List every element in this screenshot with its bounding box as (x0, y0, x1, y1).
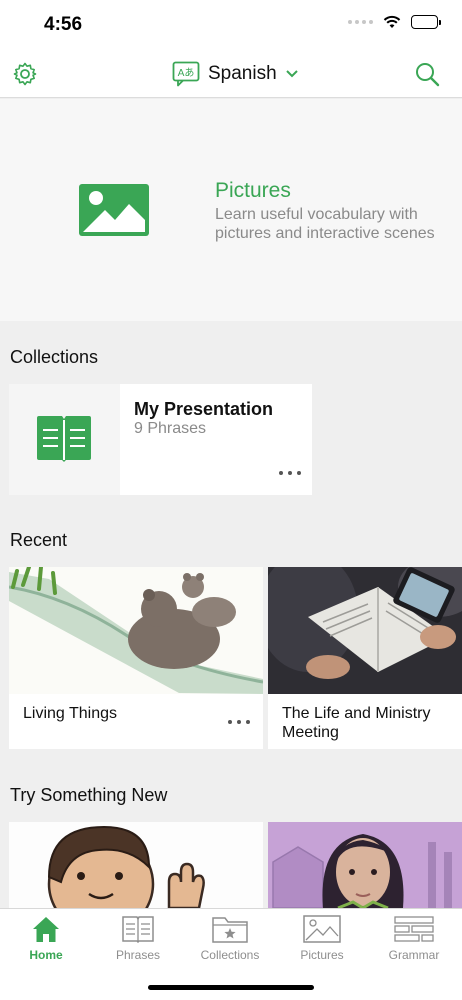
book-icon (122, 916, 154, 943)
home-indicator (148, 985, 314, 990)
app-header: Aあ Spanish (0, 52, 462, 98)
gear-icon[interactable] (12, 61, 38, 87)
folder-star-icon (212, 917, 248, 943)
signal-icon (348, 20, 373, 24)
collection-card[interactable]: My Presentation 9 Phrases (9, 384, 312, 495)
tab-collections[interactable]: Collections (184, 909, 276, 969)
tab-grammar[interactable]: Grammar (368, 909, 460, 969)
pictures-banner[interactable]: Pictures Learn useful vocabulary with pi… (0, 99, 462, 321)
tab-phrases[interactable]: Phrases (92, 909, 184, 969)
recent-card-living-things[interactable]: Living Things (9, 567, 263, 749)
home-icon (33, 917, 59, 942)
recent-card-title: Living Things (23, 705, 117, 722)
try-new-card-greetings[interactable] (9, 822, 263, 908)
collection-name: My Presentation (134, 399, 274, 419)
language-icon-label: Aあ (178, 67, 195, 79)
language-icon: Aあ (172, 61, 200, 87)
tab-home[interactable]: Home (0, 909, 92, 969)
chevron-down-icon (285, 70, 298, 78)
tab-label: Collections (200, 948, 260, 962)
waving-boy-illustration (9, 822, 263, 908)
girl-illustration (268, 822, 462, 908)
try-new-heading: Try Something New (10, 785, 168, 805)
recent-heading: Recent (10, 530, 68, 550)
language-picker[interactable]: Aあ Spanish (172, 60, 299, 88)
collection-count: 9 Phrases (134, 420, 207, 437)
tab-label: Grammar (388, 948, 440, 962)
banner-title: Pictures (215, 179, 291, 202)
status-time: 4:56 (44, 14, 83, 35)
tab-label: Home (29, 948, 63, 962)
book-icon (37, 416, 91, 462)
collections-heading: Collections (10, 347, 99, 367)
picture-icon (303, 915, 341, 943)
tab-label: Phrases (115, 948, 161, 962)
status-bar: 4:56 (0, 0, 462, 52)
grammar-icon (394, 916, 434, 942)
collection-thumbnail (9, 384, 120, 495)
battery-icon (411, 15, 441, 29)
wifi-icon (383, 15, 401, 28)
picture-icon (79, 184, 149, 236)
more-options-icon[interactable] (228, 717, 250, 727)
try-new-card-people[interactable] (268, 822, 462, 908)
banner-description: Learn useful vocabulary with pictures an… (215, 206, 435, 242)
recent-card-title: The Life and Ministry Meeting (282, 705, 431, 741)
recent-card-life-ministry[interactable]: The Life and Ministry Meeting (268, 567, 462, 749)
search-icon[interactable] (414, 61, 440, 87)
tab-label: Pictures (300, 948, 344, 962)
more-options-icon[interactable] (279, 468, 301, 478)
status-icons (348, 15, 441, 29)
living-things-illustration (9, 567, 263, 694)
meeting-photo (268, 567, 462, 694)
language-label: Spanish (208, 63, 277, 84)
tab-pictures[interactable]: Pictures (276, 909, 368, 969)
